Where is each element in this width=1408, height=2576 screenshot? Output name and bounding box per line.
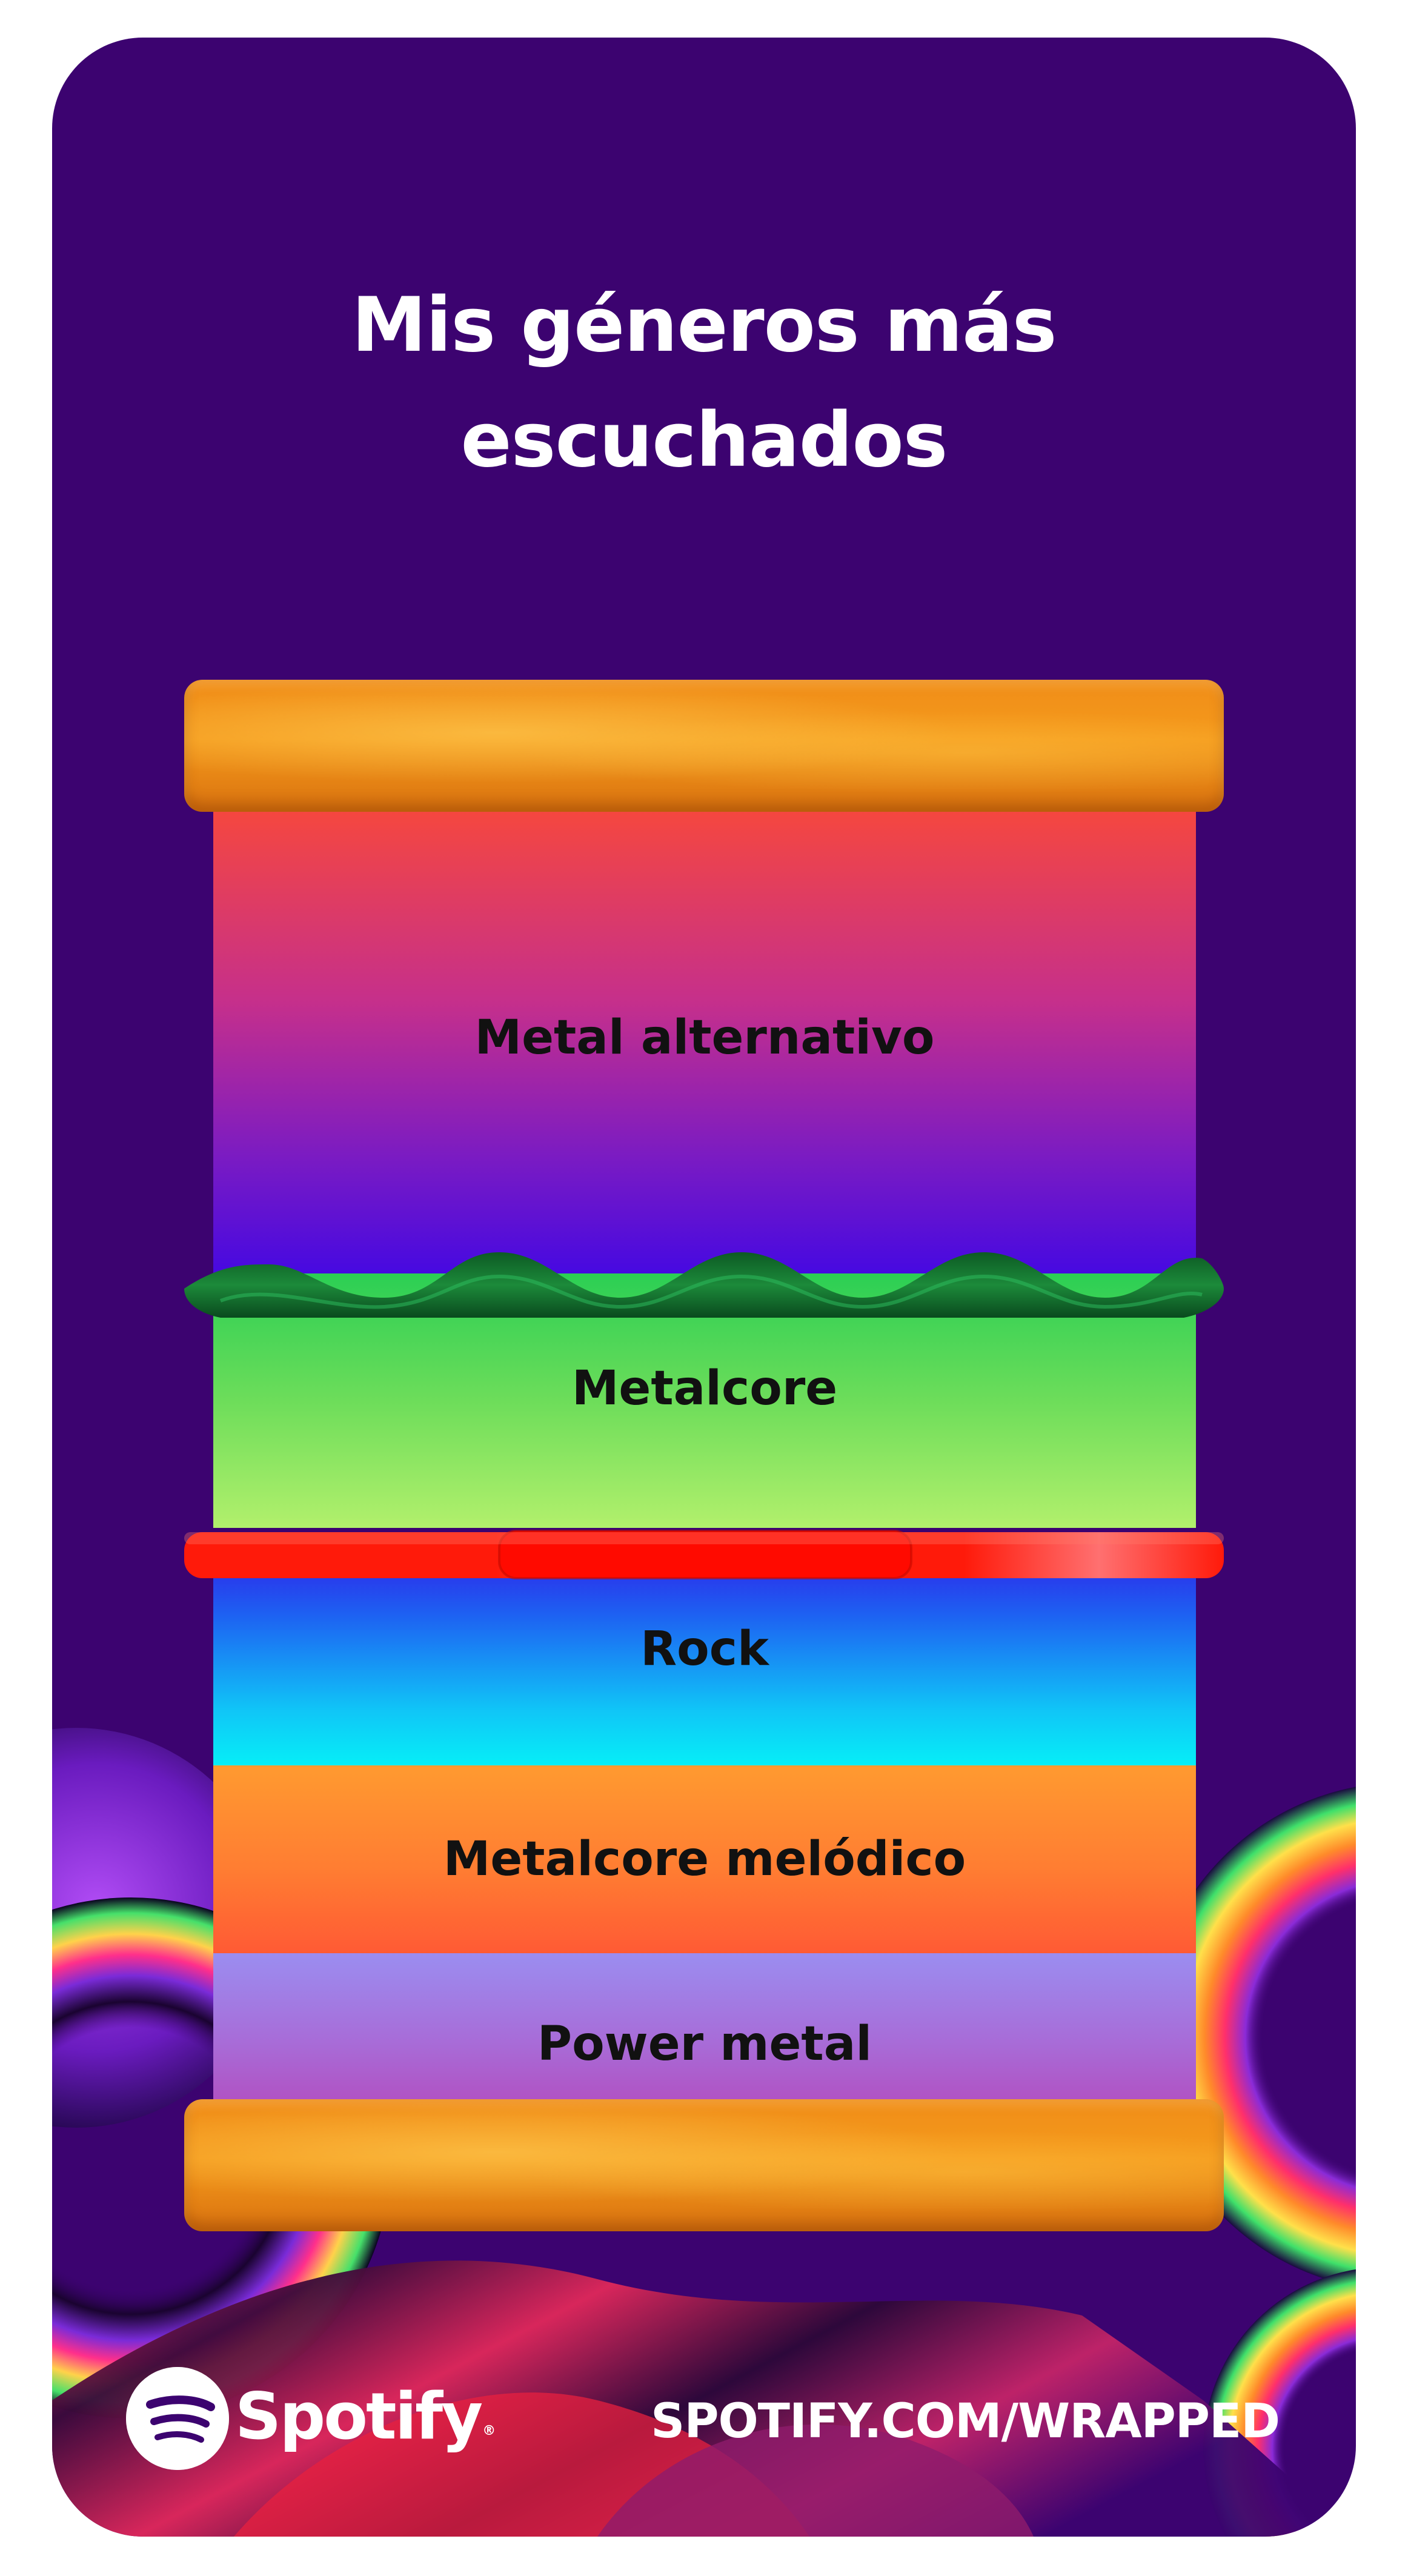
tomato-icon	[184, 1530, 1224, 1579]
spotify-wordmark: Spotify®	[235, 2377, 496, 2456]
wrapped-url[interactable]: SPOTIFY.COM/WRAPPED	[651, 2391, 1280, 2452]
lettuce-icon	[184, 1252, 1224, 1318]
trademark-symbol: ®	[482, 2423, 496, 2438]
title-line-2: escuchados	[460, 397, 948, 484]
title-line-1: Mis géneros más	[351, 282, 1057, 369]
genre-label: Metalcore	[571, 1361, 838, 1416]
genre-layer-1: Metal alternativo	[213, 811, 1196, 1293]
bottom-bun	[184, 2099, 1224, 2231]
page-title: Mis géneros más escuchados	[52, 268, 1356, 498]
genre-label: Metal alternativo	[474, 1011, 935, 1065]
brand-name: Spotify	[235, 2379, 483, 2454]
genre-label: Power metal	[537, 2017, 872, 2071]
genre-label: Metalcore melódico	[443, 1832, 966, 1887]
spotify-logo-icon	[126, 2367, 229, 2470]
wrapped-card: Mis géneros más escuchados Metal alterna…	[52, 38, 1356, 2537]
genre-layer-4: Metalcore melódico	[213, 1765, 1196, 1953]
genre-label: Rock	[640, 1622, 769, 1676]
top-bun	[184, 680, 1224, 812]
